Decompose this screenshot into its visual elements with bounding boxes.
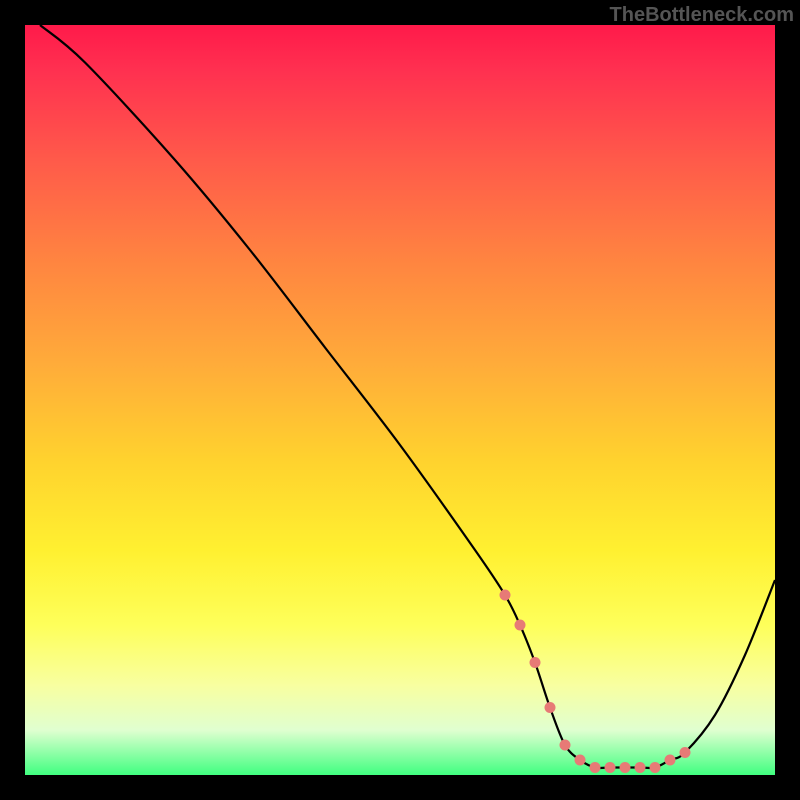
watermark-text: TheBottleneck.com [610, 4, 794, 27]
marker-dot [515, 620, 526, 631]
marker-dot [635, 762, 646, 773]
marker-dot [605, 762, 616, 773]
marker-dot [620, 762, 631, 773]
marker-dot [650, 762, 661, 773]
marker-dots [500, 590, 691, 774]
marker-dot [500, 590, 511, 601]
chart-svg [25, 25, 775, 775]
plot-area [25, 25, 775, 775]
marker-dot [680, 747, 691, 758]
marker-dot [575, 755, 586, 766]
marker-dot [665, 755, 676, 766]
marker-dot [560, 740, 571, 751]
marker-dot [530, 657, 541, 668]
marker-dot [545, 702, 556, 713]
bottleneck-curve [40, 25, 775, 768]
marker-dot [590, 762, 601, 773]
